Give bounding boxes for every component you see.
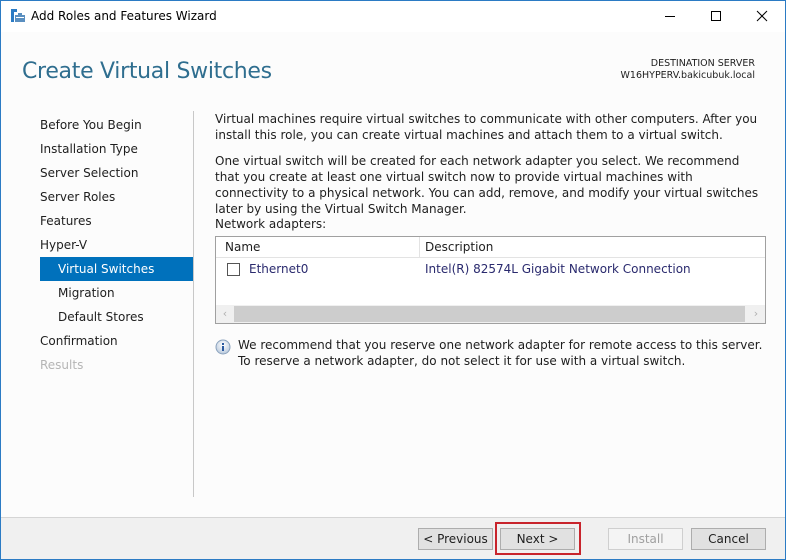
scroll-left-icon[interactable]: ‹ [217,307,233,321]
close-icon [756,10,768,22]
previous-button[interactable]: < Previous [418,528,493,550]
server-manager-icon [10,8,26,24]
nav-item-before-you-begin[interactable]: Before You Begin [40,113,193,137]
adapter-name: Ethernet0 [249,262,309,276]
nav-item-virtual-switches[interactable]: Virtual Switches [40,257,193,281]
nav-divider [193,111,194,497]
nav-item-features[interactable]: Features [40,209,193,233]
description-paragraph-1: Virtual machines require virtual switche… [215,112,758,142]
wizard-window: Add Roles and Features Wizard Create Vir… [0,0,786,560]
column-separator[interactable] [419,237,420,258]
scroll-right-icon[interactable]: › [748,307,764,321]
destination-server-label: DESTINATION SERVER [650,58,755,69]
column-header-name[interactable]: Name [225,240,260,254]
nav-item-server-roles[interactable]: Server Roles [40,185,193,209]
scrollbar-thumb[interactable] [234,306,745,322]
column-header-description[interactable]: Description [425,240,493,254]
minimize-button[interactable] [647,1,693,31]
network-adapters-label: Network adapters: [215,217,327,231]
minimize-icon [665,16,675,17]
description-paragraph-2: One virtual switch will be created for e… [215,154,759,216]
maximize-icon [711,11,721,21]
maximize-button[interactable] [693,1,739,31]
nav-item-default-stores[interactable]: Default Stores [40,305,193,329]
horizontal-scrollbar[interactable]: ‹ › [216,305,765,323]
nav-item-migration[interactable]: Migration [40,281,193,305]
nav-item-results: Results [40,358,84,372]
destination-server-name: W16HYPERV.bakicubuk.local [620,70,755,81]
nav-item-installation-type[interactable]: Installation Type [40,137,193,161]
network-adapters-table: Name Description Ethernet0 Intel(R) 8257… [215,236,766,324]
info-message: We recommend that you reserve one networ… [238,338,763,368]
nav-item-server-selection[interactable]: Server Selection [40,161,193,185]
wizard-nav: Before You Begin Installation Type Serve… [40,113,193,377]
cancel-button[interactable]: Cancel [691,528,766,550]
info-icon [215,339,231,355]
table-row[interactable]: Ethernet0 Intel(R) 82574L Gigabit Networ… [216,259,765,280]
window-title: Add Roles and Features Wizard [31,9,217,23]
adapter-description: Intel(R) 82574L Gigabit Network Connecti… [425,262,691,276]
page-title: Create Virtual Switches [22,59,272,84]
table-header: Name Description [216,237,765,258]
nav-item-confirmation[interactable]: Confirmation [40,329,193,353]
nav-item-hyper-v[interactable]: Hyper-V [40,233,193,257]
close-button[interactable] [739,1,785,31]
title-bar[interactable]: Add Roles and Features Wizard [1,1,785,32]
next-button[interactable]: Next > [500,528,575,550]
install-button: Install [608,528,683,550]
adapter-checkbox[interactable] [227,263,240,276]
